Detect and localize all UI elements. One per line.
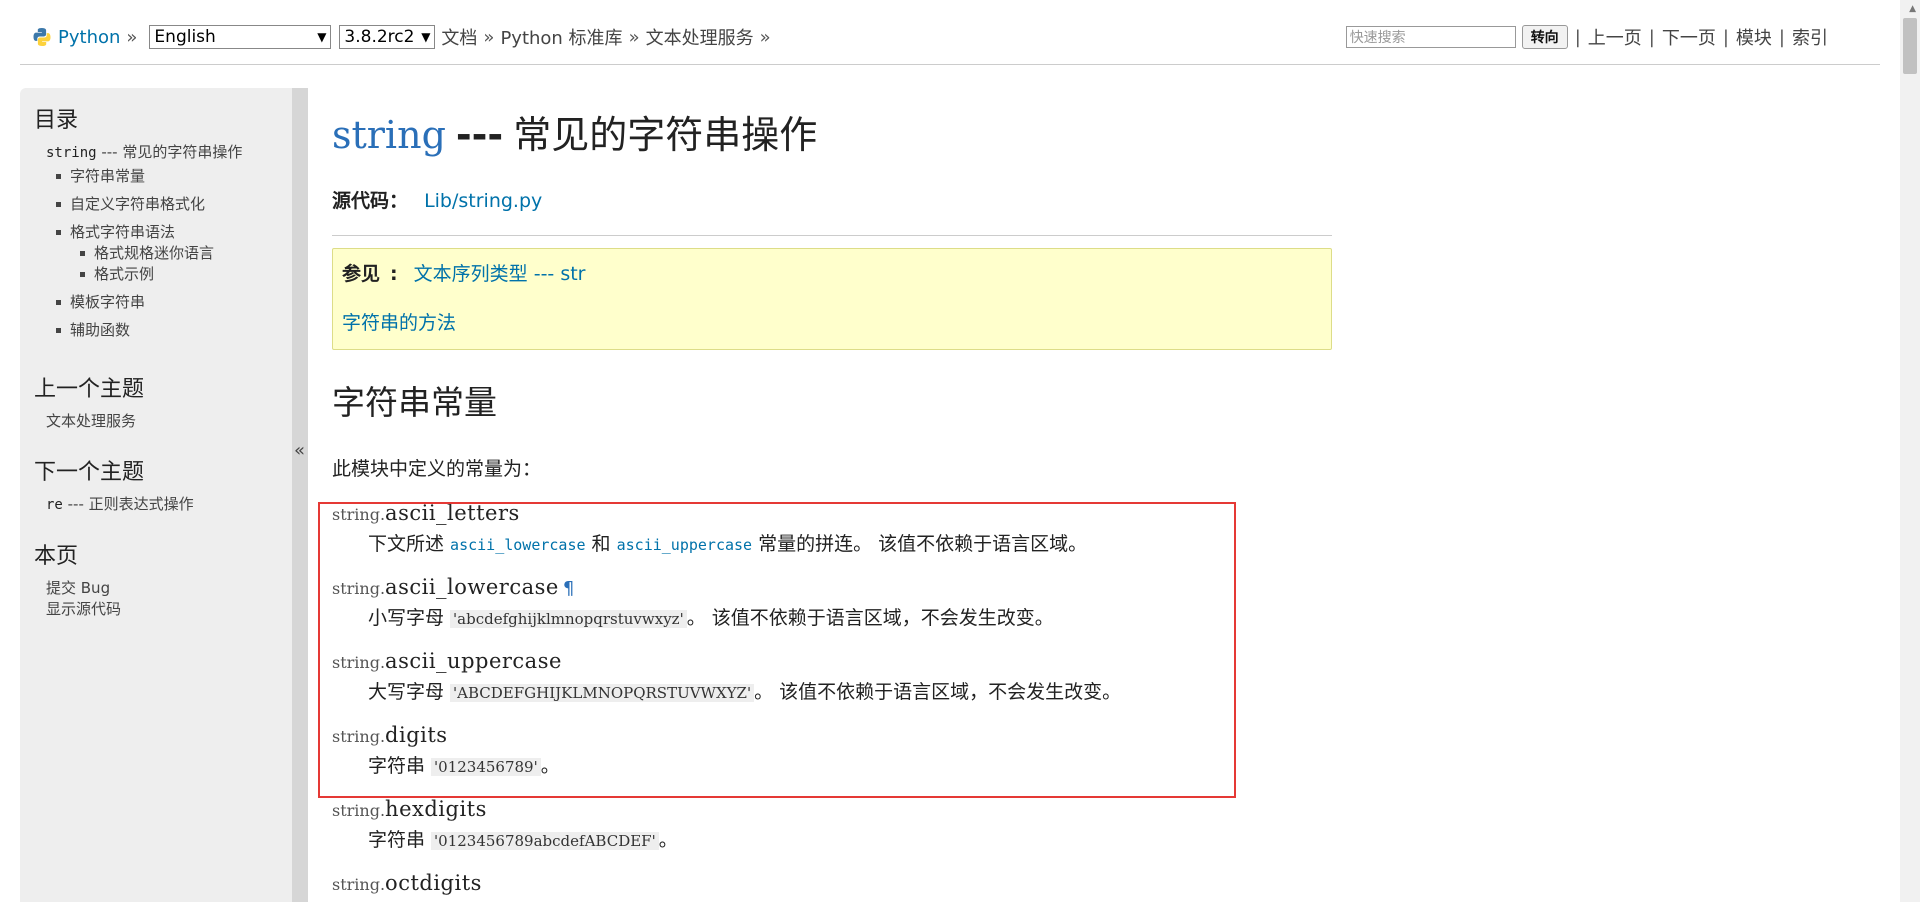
previous-topic-section: 上一个主题 文本处理服务 [34,371,278,432]
scroll-up-arrow-icon[interactable]: ▲ [1909,4,1916,14]
page-title: string --- 常见的字符串操作 [332,113,818,157]
toc-item-string-constants[interactable]: 字符串常量 [56,166,278,187]
source-file-link[interactable]: Lib/string.py [424,190,542,212]
see-also-box: 参见: 文本序列类型 --- str 字符串的方法 [332,248,1332,350]
next-topic-heading: 下一个主题 [34,460,145,485]
source-code-line: 源代码： Lib/string.py [332,190,543,212]
python-logo-icon [33,28,51,46]
page-scrollbar[interactable]: ▲ [1900,0,1920,902]
definition-hexdigits: string. hexdigits 字符串 '0123456789abcdefA… [332,797,678,851]
xref-ascii-uppercase-link[interactable]: ascii_uppercase [617,536,752,554]
toc-subitem-format-examples[interactable]: 格式示例 [80,264,278,285]
next-topic-section: 下一个主题 re --- 正则表达式操作 [34,454,278,516]
definition-octdigits: string. octdigits [332,871,482,895]
section-intro: 此模块中定义的常量为： [332,458,542,480]
sidebar: 目录 string --- 常见的字符串操作 字符串常量 自定义字符串格式化 格… [20,88,292,902]
toc-root-item[interactable]: string --- 常见的字符串操作 [46,142,278,164]
sidebar-collapse-bar[interactable] [292,88,308,902]
next-page-link[interactable]: 下一页 [1662,24,1716,50]
section-title: 字符串常量 [332,383,497,422]
previous-topic-link[interactable]: 文本处理服务 [46,411,278,432]
quick-search-input[interactable]: 快速搜索 [1345,26,1516,48]
next-topic-link[interactable]: re --- 正则表达式操作 [46,494,278,516]
toc-item-custom-formatting[interactable]: 自定义字符串格式化 [56,194,278,215]
main-content: string --- 常见的字符串操作 源代码： Lib/string.py 参… [332,96,1332,914]
breadcrumb: Python » English ▼ 3.8.2rc2 ▼ 文档 » Pytho… [32,24,777,50]
see-also-string-methods-link[interactable]: 字符串的方法 [342,312,456,334]
see-also-text-sequence-link[interactable]: 文本序列类型 --- str [414,263,586,285]
report-bug-link[interactable]: 提交 Bug [46,578,278,599]
definition-digits: string. digits 字符串 '0123456789'。 [332,723,560,777]
collapse-sidebar-icon[interactable]: « [294,440,305,461]
table-of-contents: string --- 常见的字符串操作 字符串常量 自定义字符串格式化 格式字符… [46,142,278,341]
permalink-icon[interactable]: ¶ [563,578,574,599]
this-page-section: 本页 提交 Bug 显示源代码 [34,538,278,620]
previous-page-link[interactable]: 上一页 [1588,24,1642,50]
toc-heading: 目录 [34,108,79,133]
topbar-divider [20,64,1880,65]
definition-ascii-uppercase: string. ascii_uppercase 大写字母 'ABCDEFGHIJ… [332,649,1122,703]
constant-definitions: string. ascii_letters 下文所述 ascii_lowerca… [332,501,1332,895]
top-navigation-bar: Python » English ▼ 3.8.2rc2 ▼ 文档 » Pytho… [0,0,1880,66]
language-select[interactable]: English ▼ [149,25,332,49]
definition-ascii-letters: string. ascii_letters 下文所述 ascii_lowerca… [332,501,1088,555]
dropdown-arrow-icon: ▼ [421,30,431,44]
dropdown-arrow-icon: ▼ [317,30,327,44]
content-divider [332,235,1332,236]
breadcrumb-textproc-link[interactable]: 文本处理服务 [646,24,754,50]
toc-item-format-syntax[interactable]: 格式字符串语法 格式规格迷你语言 格式示例 [56,222,278,285]
toc-item-template-strings[interactable]: 模板字符串 [56,292,278,313]
python-home-link[interactable]: Python [58,27,120,48]
search-go-button[interactable]: 转向 [1521,25,1568,49]
toc-subitem-format-spec[interactable]: 格式规格迷你语言 [80,243,278,264]
xref-ascii-lowercase-link[interactable]: ascii_lowercase [450,536,585,554]
this-page-heading: 本页 [34,544,79,569]
definition-ascii-lowercase: string. ascii_lowercase ¶ 小写字母 'abcdefgh… [332,575,1054,629]
breadcrumb-docs-link[interactable]: 文档 [441,24,477,50]
top-right-nav: 快速搜索 转向 | 上一页 | 下一页 | 模块 | 索引 [1345,24,1828,50]
modules-link[interactable]: 模块 [1736,24,1772,50]
scrollbar-thumb[interactable] [1903,18,1917,74]
version-select[interactable]: 3.8.2rc2 ▼ [339,25,436,49]
previous-topic-heading: 上一个主题 [34,377,145,402]
breadcrumb-stdlib-link[interactable]: Python 标准库 [500,24,622,50]
toc-item-helper-functions[interactable]: 辅助函数 [56,320,278,341]
show-source-link[interactable]: 显示源代码 [46,599,278,620]
index-link[interactable]: 索引 [1792,24,1828,50]
